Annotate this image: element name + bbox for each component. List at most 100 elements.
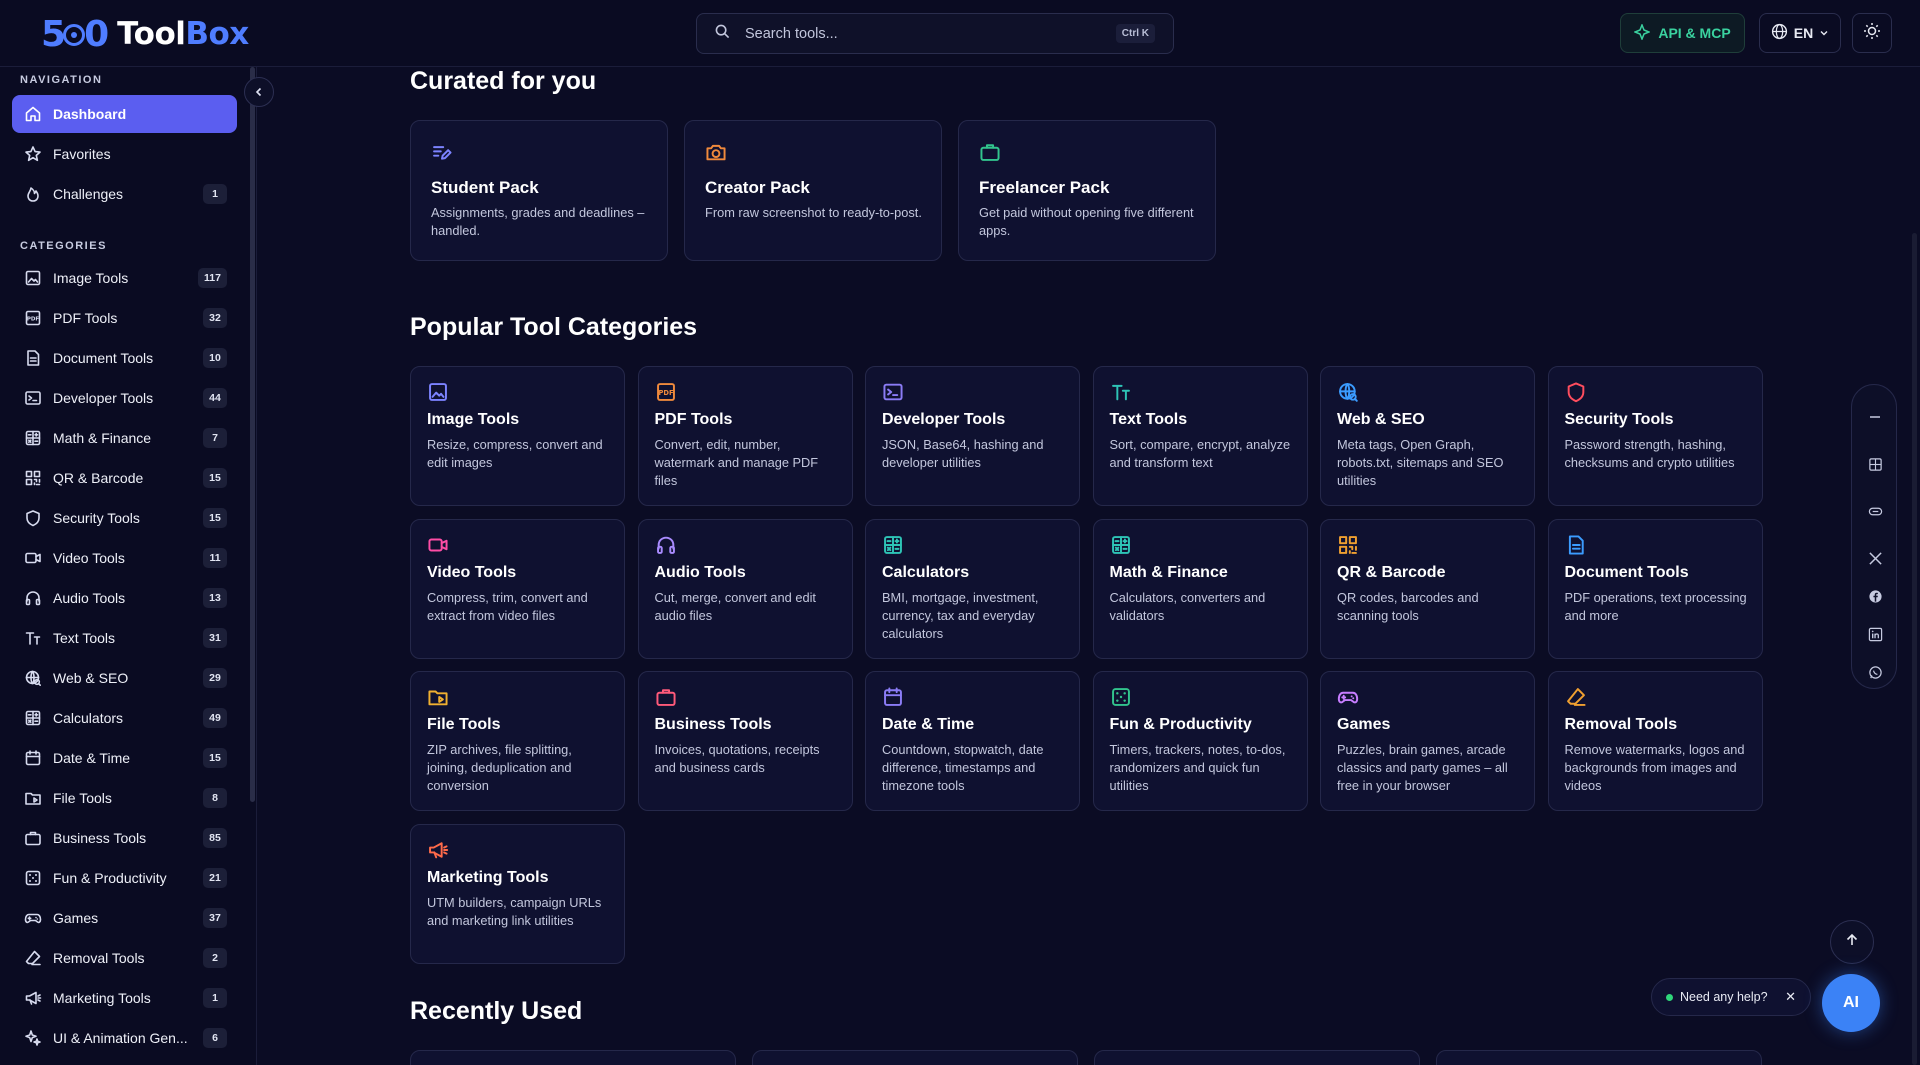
sidebar-item-image-tools[interactable]: Image Tools 117 xyxy=(12,259,237,297)
recent-card[interactable] xyxy=(410,1050,736,1065)
category-card-marketing-tools[interactable]: Marketing Tools UTM builders, campaign UR… xyxy=(410,823,625,964)
pack-card-creator-pack[interactable]: Creator Pack From raw screenshot to ready… xyxy=(684,120,942,261)
sidebar-item-removal-tools[interactable]: Removal Tools 2 xyxy=(12,939,237,977)
whatsapp-icon[interactable] xyxy=(1852,660,1898,684)
category-card-web-seo[interactable]: Web & SEO Meta tags, Open Graph, robots.t… xyxy=(1320,366,1535,506)
logo-number-5: 5 xyxy=(41,13,66,55)
category-card-image-tools[interactable]: Image Tools Resize, compress, convert and… xyxy=(410,366,625,506)
sidebar-item-web-seo[interactable]: Web & SEO 29 xyxy=(12,659,237,697)
sidebar-item-text-tools[interactable]: Text Tools 31 xyxy=(12,619,237,657)
category-card-developer-tools[interactable]: Developer Tools JSON, Base64, hashing and… xyxy=(865,366,1080,506)
api-mcp-button[interactable]: API & MCP xyxy=(1620,13,1745,53)
sidebar-item-calculators[interactable]: Calculators 49 xyxy=(12,699,237,737)
ai-assistant-button[interactable]: AI xyxy=(1822,974,1880,1032)
logo[interactable]: 5 0 ToolBox xyxy=(41,13,249,55)
recent-card[interactable] xyxy=(1094,1050,1420,1065)
sidebar-item-ui-animation-gen[interactable]: UI & Animation Gen... 6 xyxy=(12,1019,237,1057)
category-card-calculators[interactable]: Calculators BMI, mortgage, investment, cu… xyxy=(865,518,1080,659)
sidebar-item-date-time[interactable]: Date & Time 15 xyxy=(12,739,237,777)
curated-section-title: Curated for you xyxy=(410,67,597,95)
category-description: ZIP archives, file splitting, joining, d… xyxy=(427,742,572,793)
count-badge: 29 xyxy=(203,668,227,688)
briefcase-icon xyxy=(979,141,1001,163)
category-description: Convert, edit, number, watermark and man… xyxy=(654,437,819,488)
sidebar-item-fun-productivity[interactable]: Fun & Productivity 21 xyxy=(12,859,237,897)
eraser-icon xyxy=(24,949,42,967)
pack-description: From raw screenshot to ready-to-post. xyxy=(705,205,922,220)
sidebar-item-document-tools[interactable]: Document Tools 10 xyxy=(12,339,237,377)
search-bar[interactable]: Ctrl K xyxy=(696,13,1174,54)
logo-gear-icon xyxy=(63,24,86,46)
category-card-text-tools[interactable]: Text Tools Sort, compare, encrypt, analyz… xyxy=(1092,366,1308,506)
sidebar-item-pdf-tools[interactable]: PDF PDF Tools 32 xyxy=(12,299,237,337)
sidebar-item-file-tools[interactable]: File Tools 8 xyxy=(12,779,237,817)
collapse-sidebar-button[interactable] xyxy=(244,77,274,107)
category-card-document-tools[interactable]: Document Tools PDF operations, text proce… xyxy=(1547,518,1763,659)
count-badge: 2 xyxy=(203,948,227,968)
search-input[interactable] xyxy=(745,25,1116,42)
recent-card[interactable] xyxy=(1436,1050,1762,1065)
star-icon xyxy=(24,145,42,163)
page-scrollbar[interactable] xyxy=(1912,233,1917,1065)
sidebar-item-developer-tools[interactable]: Developer Tools 44 xyxy=(12,379,237,417)
sidebar-item-label: Web & SEO xyxy=(53,670,129,686)
category-card-video-tools[interactable]: Video Tools Compress, trim, convert and e… xyxy=(410,518,625,659)
category-card-audio-tools[interactable]: Audio Tools Cut, merge, convert and edit … xyxy=(637,518,853,659)
sidebar-item-math-finance[interactable]: Math & Finance 7 xyxy=(12,419,237,457)
sidebar-item-dashboard[interactable]: Dashboard xyxy=(12,95,237,133)
sidebar-item-business-tools[interactable]: Business Tools 85 xyxy=(12,819,237,857)
sidebar-item-challenges[interactable]: Challenges 1 xyxy=(12,175,237,213)
sidebar-item-audio-tools[interactable]: Audio Tools 13 xyxy=(12,579,237,617)
sidebar-item-qr-barcode[interactable]: QR & Barcode 15 xyxy=(12,459,237,497)
sidebar-item-label: Text Tools xyxy=(53,630,115,646)
count-badge: 15 xyxy=(203,508,227,528)
sidebar-item-label: File Tools xyxy=(53,790,112,806)
sidebar-item-label: Audio Tools xyxy=(53,590,126,606)
category-card-file-tools[interactable]: File Tools ZIP archives, file splitting, … xyxy=(410,671,625,811)
pack-card-student-pack[interactable]: Student Pack Assignments, grades and dead… xyxy=(410,120,668,261)
sidebar-item-security-tools[interactable]: Security Tools 15 xyxy=(12,499,237,537)
scroll-to-top-button[interactable] xyxy=(1830,920,1874,964)
category-card-pdf-tools[interactable]: PDF PDF Tools Convert, edit, number, water… xyxy=(637,366,853,506)
category-description: Password strength, hashing, checksums an… xyxy=(1564,437,1735,470)
recent-card[interactable] xyxy=(752,1050,1078,1065)
category-card-games[interactable]: Games Puzzles, brain games, arcade classi… xyxy=(1320,671,1535,811)
facebook-icon[interactable] xyxy=(1852,584,1898,608)
shield-icon xyxy=(24,509,42,527)
theme-toggle-button[interactable] xyxy=(1852,13,1892,53)
category-description: PDF operations, text processing and more xyxy=(1564,589,1747,623)
pack-description: Assignments, grades and deadlines – hand… xyxy=(431,205,645,238)
recently-used-section-title: Recently Used xyxy=(410,997,583,1025)
category-card-fun-productivity[interactable]: Fun & Productivity Timers, trackers, note… xyxy=(1092,671,1308,811)
x-twitter-icon[interactable] xyxy=(1852,546,1898,570)
category-card-business-tools[interactable]: Business Tools Invoices, quotations, rece… xyxy=(637,671,853,811)
sidebar-item-marketing-tools[interactable]: Marketing Tools 1 xyxy=(12,979,237,1017)
pack-card-freelancer-pack[interactable]: Freelancer Pack Get paid without opening … xyxy=(958,120,1216,261)
close-help-icon[interactable]: ✕ xyxy=(1785,989,1796,1005)
chevron-down-icon xyxy=(1819,25,1829,41)
category-description: Remove watermarks, logos and backgrounds… xyxy=(1564,742,1745,793)
category-description: Timers, trackers, notes, to-dos, randomi… xyxy=(1109,742,1286,793)
linkedin-icon[interactable] xyxy=(1852,622,1898,646)
category-title: QR & Barcode xyxy=(1337,563,1446,581)
category-card-date-time[interactable]: Date & Time Countdown, stopwatch, date di… xyxy=(865,671,1080,811)
image-icon xyxy=(427,381,449,403)
sidebar-item-games[interactable]: Games 37 xyxy=(12,899,237,937)
sidebar-item-label: Games xyxy=(53,910,99,926)
category-title: File Tools xyxy=(427,716,501,733)
gamepad-icon xyxy=(1337,686,1359,708)
sidebar-item-favorites[interactable]: Favorites xyxy=(12,135,237,173)
minimize-icon[interactable] xyxy=(1852,405,1898,429)
category-card-qr-barcode[interactable]: QR & Barcode QR codes, barcodes and scann… xyxy=(1320,518,1535,659)
video-icon xyxy=(427,534,449,556)
help-bubble[interactable]: Need any help? ✕ xyxy=(1651,978,1811,1016)
category-card-removal-tools[interactable]: Removal Tools Remove watermarks, logos an… xyxy=(1547,671,1763,811)
count-badge: 11 xyxy=(203,548,227,568)
link-icon[interactable] xyxy=(1852,499,1898,523)
category-card-security-tools[interactable]: Security Tools Password strength, hashing… xyxy=(1547,366,1763,506)
calculator-icon[interactable] xyxy=(1852,452,1898,476)
sidebar-scrollbar[interactable] xyxy=(250,67,255,802)
sidebar-item-video-tools[interactable]: Video Tools 11 xyxy=(12,539,237,577)
language-selector[interactable]: EN xyxy=(1759,13,1841,53)
category-card-math-finance[interactable]: Math & Finance Calculators, converters an… xyxy=(1092,518,1308,659)
